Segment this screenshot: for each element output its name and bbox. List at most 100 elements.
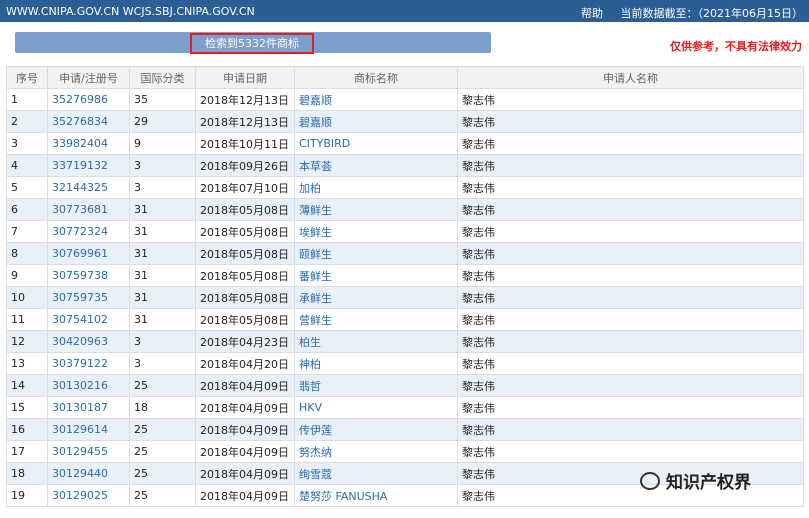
row-class: 25 — [129, 374, 196, 397]
row-trademark-name[interactable]: 柏生 — [294, 330, 458, 353]
table-row: 1 35276986 35 2018年12月13日 碧嘉顺 黎志伟 — [6, 88, 804, 111]
row-date: 2018年04月23日 — [195, 330, 295, 353]
row-date: 2018年05月08日 — [195, 198, 295, 221]
row-index: 8 — [6, 242, 48, 265]
row-trademark-name[interactable]: 楚努莎 FANUSHA — [294, 484, 458, 507]
row-index: 15 — [6, 396, 48, 419]
row-date: 2018年04月09日 — [195, 418, 295, 441]
row-applicant: 黎志伟 — [457, 396, 804, 419]
row-trademark-name[interactable]: 本草荟 — [294, 154, 458, 177]
row-index: 1 — [6, 88, 48, 111]
row-regno[interactable]: 33719132 — [47, 154, 130, 177]
watermark: 知识产权界 — [640, 468, 751, 493]
table-row: 10 30759735 31 2018年05月08日 承鲜生 黎志伟 — [6, 286, 804, 309]
row-regno[interactable]: 30754102 — [47, 308, 130, 331]
row-trademark-name[interactable]: 加柏 — [294, 176, 458, 199]
row-applicant: 黎志伟 — [457, 154, 804, 177]
row-date: 2018年09月26日 — [195, 154, 295, 177]
header-regno: 申请/注册号 — [47, 66, 130, 89]
topbar-right: 帮助 当前数据截至：（2021年06月15日） — [581, 5, 803, 21]
row-trademark-name[interactable]: 努杰纳 — [294, 440, 458, 463]
row-regno[interactable]: 30130187 — [47, 396, 130, 419]
row-regno[interactable]: 30129455 — [47, 440, 130, 463]
row-regno[interactable]: 30129025 — [47, 484, 130, 507]
row-regno[interactable]: 30769961 — [47, 242, 130, 265]
row-regno[interactable]: 32144325 — [47, 176, 130, 199]
row-applicant: 黎志伟 — [457, 440, 804, 463]
result-count: 检索到5332件商标 — [190, 33, 314, 54]
row-trademark-name[interactable]: 碧嘉顺 — [294, 88, 458, 111]
row-class: 35 — [129, 88, 196, 111]
row-date: 2018年04月09日 — [195, 396, 295, 419]
row-regno[interactable]: 30420963 — [47, 330, 130, 353]
row-date: 2018年10月11日 — [195, 132, 295, 155]
row-regno[interactable]: 35276834 — [47, 110, 130, 133]
row-regno[interactable]: 30772324 — [47, 220, 130, 243]
header-index: 序号 — [6, 66, 48, 89]
header-date: 申请日期 — [195, 66, 295, 89]
row-class: 31 — [129, 242, 196, 265]
row-trademark-name[interactable]: 神柏 — [294, 352, 458, 375]
site-links[interactable]: WWW.CNIPA.GOV.CN WCJS.SBJ.CNIPA.GOV.CN — [6, 5, 255, 18]
row-applicant: 黎志伟 — [457, 484, 804, 507]
row-class: 3 — [129, 330, 196, 353]
row-regno[interactable]: 30129440 — [47, 462, 130, 485]
row-trademark-name[interactable]: CITYBIRD — [294, 132, 458, 155]
table-row: 13 30379122 3 2018年04月20日 神柏 黎志伟 — [6, 352, 804, 375]
row-date: 2018年05月08日 — [195, 264, 295, 287]
table-row: 5 32144325 3 2018年07月10日 加柏 黎志伟 — [6, 176, 804, 199]
help-link[interactable]: 帮助 — [581, 7, 603, 20]
row-date: 2018年05月08日 — [195, 220, 295, 243]
row-trademark-name[interactable]: 翡哲 — [294, 374, 458, 397]
row-regno[interactable]: 30773681 — [47, 198, 130, 221]
row-index: 12 — [6, 330, 48, 353]
table-row: 2 35276834 29 2018年12月13日 碧嘉顺 黎志伟 — [6, 110, 804, 133]
row-applicant: 黎志伟 — [457, 132, 804, 155]
row-regno[interactable]: 30759735 — [47, 286, 130, 309]
row-class: 31 — [129, 220, 196, 243]
row-class: 31 — [129, 286, 196, 309]
row-trademark-name[interactable]: 碧嘉顺 — [294, 110, 458, 133]
row-regno[interactable]: 30759738 — [47, 264, 130, 287]
table-row: 17 30129455 25 2018年04月09日 努杰纳 黎志伟 — [6, 440, 804, 463]
row-trademark-name[interactable]: 传伊莲 — [294, 418, 458, 441]
top-bar: WWW.CNIPA.GOV.CN WCJS.SBJ.CNIPA.GOV.CN 帮… — [0, 0, 809, 22]
row-index: 19 — [6, 484, 48, 507]
row-index: 18 — [6, 462, 48, 485]
row-index: 2 — [6, 110, 48, 133]
row-index: 4 — [6, 154, 48, 177]
table-row: 12 30420963 3 2018年04月23日 柏生 黎志伟 — [6, 330, 804, 353]
table-row: 9 30759738 31 2018年05月08日 蕃鲜生 黎志伟 — [6, 264, 804, 287]
row-class: 18 — [129, 396, 196, 419]
header-class: 国际分类 — [129, 66, 196, 89]
row-applicant: 黎志伟 — [457, 374, 804, 397]
table-row: 6 30773681 31 2018年05月08日 薄鲜生 黎志伟 — [6, 198, 804, 221]
row-regno[interactable]: 30379122 — [47, 352, 130, 375]
row-regno[interactable]: 35276986 — [47, 88, 130, 111]
row-index: 11 — [6, 308, 48, 331]
row-regno[interactable]: 30129614 — [47, 418, 130, 441]
row-trademark-name[interactable]: 承鲜生 — [294, 286, 458, 309]
table-row: 11 30754102 31 2018年05月08日 营鲜生 黎志伟 — [6, 308, 804, 331]
row-regno[interactable]: 30130216 — [47, 374, 130, 397]
row-trademark-name[interactable]: 颐鲜生 — [294, 242, 458, 265]
row-date: 2018年04月09日 — [195, 374, 295, 397]
row-date: 2018年07月10日 — [195, 176, 295, 199]
row-index: 3 — [6, 132, 48, 155]
row-index: 13 — [6, 352, 48, 375]
row-applicant: 黎志伟 — [457, 264, 804, 287]
disclaimer: 仅供参考，不具有法律效力 — [670, 40, 802, 53]
wechat-icon — [640, 471, 660, 490]
row-class: 29 — [129, 110, 196, 133]
row-trademark-name[interactable]: 营鲜生 — [294, 308, 458, 331]
row-class: 3 — [129, 176, 196, 199]
row-trademark-name[interactable]: 蕃鲜生 — [294, 264, 458, 287]
row-applicant: 黎志伟 — [457, 220, 804, 243]
row-trademark-name[interactable]: 绚雪蔻 — [294, 462, 458, 485]
watermark-text: 知识产权界 — [666, 473, 751, 493]
row-trademark-name[interactable]: HKV — [294, 396, 458, 419]
row-applicant: 黎志伟 — [457, 176, 804, 199]
row-trademark-name[interactable]: 薄鲜生 — [294, 198, 458, 221]
row-regno[interactable]: 33982404 — [47, 132, 130, 155]
row-trademark-name[interactable]: 埃鲜生 — [294, 220, 458, 243]
